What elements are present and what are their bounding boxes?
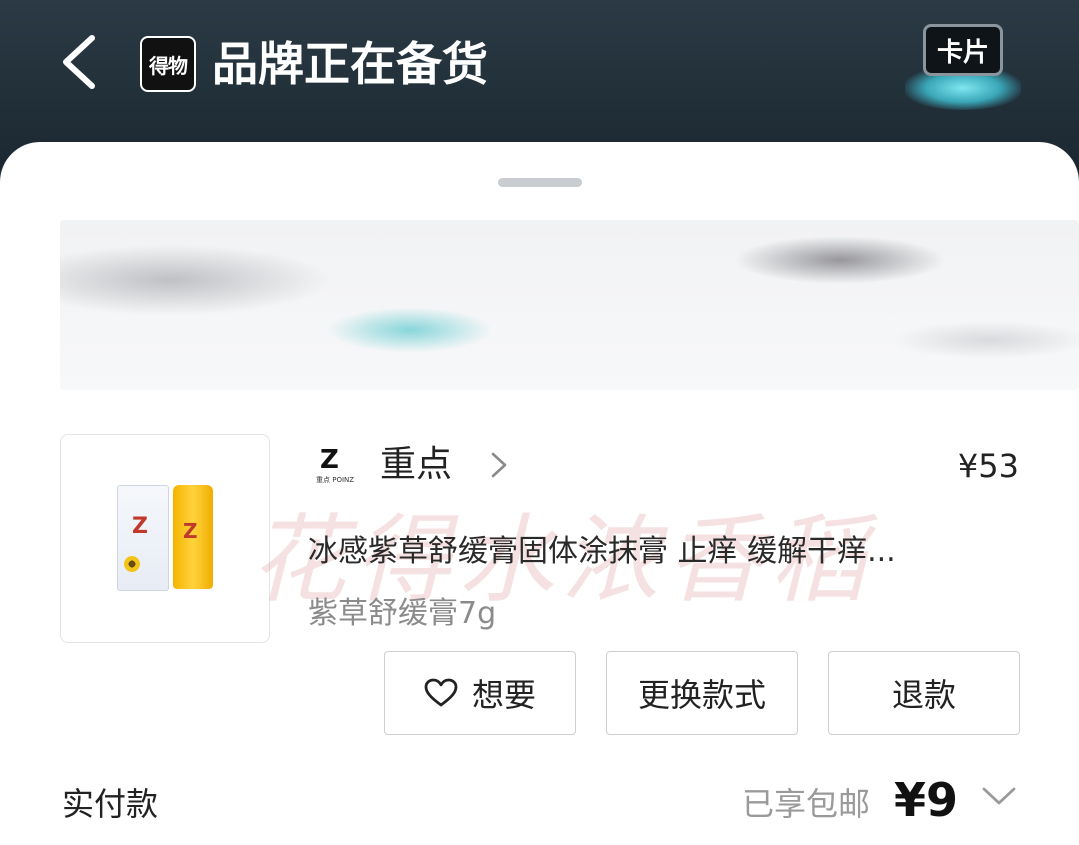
order-sheet: Z Z 花得水浓香稻 Z 重点 POINZ 重点 ¥53 冰感紫草舒缓膏固体涂抹… [0,142,1079,845]
item-price: ¥53 [957,447,1019,485]
product-tube-image: Z [173,485,213,589]
brand-logo-mark: Z [320,445,339,475]
total-amount: ¥9 [894,773,959,827]
chevron-down-icon[interactable] [980,782,1018,810]
product-thumbnail[interactable]: Z Z [60,434,270,643]
brand-logo-icon[interactable]: Z 重点 POINZ [316,445,356,485]
amount-paid-label: 实付款 [62,785,159,823]
product-box-logo: Z [132,514,148,539]
card-badge-button[interactable]: 卡片 [905,20,1021,110]
product-tube-logo: Z [183,519,198,543]
flower-icon [124,556,140,572]
change-style-button[interactable]: 更换款式 [606,651,798,735]
brand-name-link[interactable]: 重点 [380,442,452,488]
page-title: 品牌正在备货 [212,37,488,91]
heart-icon [424,678,458,707]
drag-handle[interactable] [498,178,582,187]
want-button[interactable]: 想要 [384,651,576,735]
chevron-right-icon[interactable] [488,450,510,480]
brand-logo-subtext: 重点 POINZ [316,476,355,484]
blurred-banner-image [60,220,1079,390]
product-box-image: Z [117,485,169,591]
refund-button[interactable]: 退款 [828,651,1020,735]
app-logo: 得物 [140,36,196,92]
product-spec: 紫草舒缓膏7g [308,596,497,631]
want-button-label: 想要 [471,676,536,714]
free-shipping-note: 已享包邮 [742,785,871,823]
back-arrow-icon[interactable] [56,32,104,92]
product-title[interactable]: 冰感紫草舒缓膏固体涂抹膏 止痒 缓解干痒... [308,530,1020,574]
card-badge-label: 卡片 [923,24,1003,76]
